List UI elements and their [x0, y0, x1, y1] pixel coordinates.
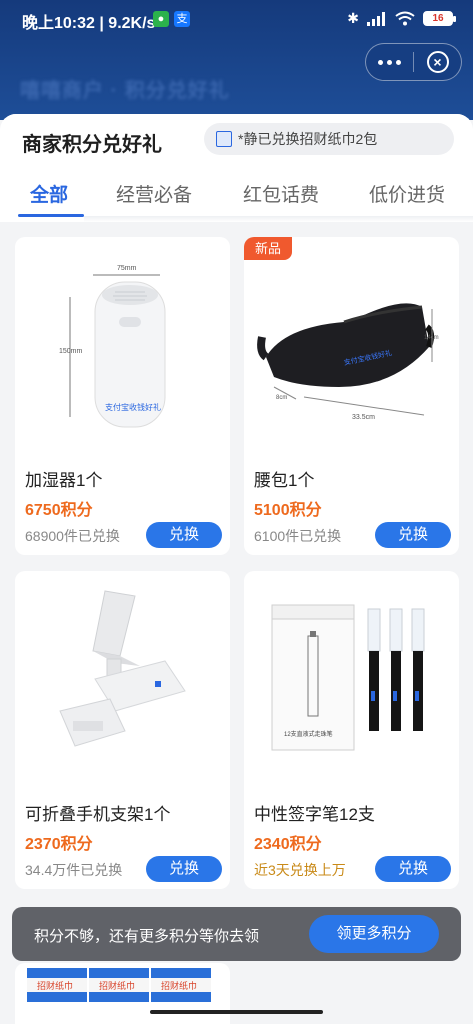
status-time: 晚上10:32 | 9.2K/s [22, 15, 156, 32]
mini-program-capsule: × [365, 43, 462, 81]
new-badge: 新品 [244, 237, 292, 260]
svg-text:招财纸巾: 招财纸巾 [37, 980, 73, 991]
tab-red-packet-phone-bill[interactable]: 红包话费 [243, 180, 319, 207]
notice-text: *静已兑换招财纸巾2包 [238, 131, 378, 147]
page-title: 商家积分兑好礼 [22, 134, 162, 156]
active-tab-indicator [18, 214, 84, 217]
exchange-notice: *静已兑换招财纸巾2包 [204, 123, 454, 155]
product-card-gel-pens[interactable]: 12支直液式走珠笔 中性签字笔12支 2340积分 近3天兑换上万 兑换 [244, 571, 459, 889]
mini-program-header: 晚上10:32 | 9.2K/s ● 支 ✱ 16 嘻嘻商户 · 积分兑好礼 × [0, 0, 473, 120]
exchange-button[interactable]: 兑换 [146, 856, 222, 882]
svg-text:33.5cm: 33.5cm [352, 414, 375, 421]
get-more-points-button[interactable]: 领更多积分 [309, 915, 439, 953]
status-bar: 晚上10:32 | 9.2K/s ● 支 ✱ 16 [0, 0, 473, 38]
product-name: 可折叠手机支架1个 [25, 805, 171, 824]
tissues-image: 招财纸巾 招财纸巾 招财纸巾 [27, 968, 211, 1002]
signal-icon [367, 11, 385, 26]
svg-text:12支直液式走珠笔: 12支直液式走珠笔 [284, 730, 333, 738]
product-sold-count: 6100件已兑换 [254, 528, 342, 544]
product-sold-count: 34.4万件已兑换 [25, 862, 123, 878]
battery-icon: 16 [423, 11, 456, 26]
close-icon: × [426, 51, 449, 73]
product-price: 5100积分 [254, 502, 322, 519]
svg-text:支付宝收钱好礼: 支付宝收钱好礼 [105, 402, 161, 412]
phone-stand-image [59, 590, 186, 747]
bluetooth-icon: ✱ [347, 10, 359, 26]
gift-icon [216, 131, 232, 147]
product-sold-count: 68900件已兑换 [25, 528, 120, 544]
more-icon [378, 59, 383, 65]
waist-bag-image: 支付宝收钱好礼 33.5cm 14cm 8cm [257, 303, 439, 421]
product-price: 2370积分 [25, 836, 93, 853]
svg-text:75mm: 75mm [117, 265, 137, 272]
product-price: 2340积分 [254, 836, 322, 853]
exchange-button[interactable]: 兑换 [375, 522, 451, 548]
product-card-phone-stand[interactable]: 可折叠手机支架1个 2370积分 34.4万件已兑换 兑换 [15, 571, 230, 889]
more-button[interactable] [366, 44, 413, 80]
category-tabs: 全部 经营必备 红包话费 低价进货 [0, 164, 473, 222]
svg-text:150mm: 150mm [59, 348, 83, 355]
product-name: 腰包1个 [254, 471, 315, 490]
svg-text:14cm: 14cm [424, 335, 439, 341]
gel-pens-image: 12支直液式走珠笔 [271, 604, 425, 751]
product-card-waist-bag[interactable]: 支付宝收钱好礼 33.5cm 14cm 8cm 新品 腰包1个 5100积分 6… [244, 237, 459, 555]
more-points-bar: 积分不够，还有更多积分等你去领 领更多积分 [12, 907, 461, 961]
exchange-button[interactable]: 兑换 [146, 522, 222, 548]
svg-text:8cm: 8cm [276, 395, 287, 401]
tab-all[interactable]: 全部 [30, 180, 68, 207]
product-card-tissues-peek[interactable]: 招财纸巾 招财纸巾 招财纸巾 [15, 963, 230, 1024]
svg-text:招财纸巾: 招财纸巾 [161, 980, 197, 991]
product-name: 加湿器1个 [25, 471, 103, 490]
wechat-icon: ● [153, 11, 169, 27]
more-points-text: 积分不够，还有更多积分等你去领 [34, 928, 260, 945]
product-name: 中性签字笔12支 [254, 805, 375, 824]
humidifier-image: 75mm 150mm 支付宝收钱好礼 [59, 265, 166, 428]
tab-business-essentials[interactable]: 经营必备 [116, 180, 192, 207]
product-card-humidifier[interactable]: 75mm 150mm 支付宝收钱好礼 加湿器1个 6750积分 68900件已兑… [15, 237, 230, 555]
alipay-icon: 支 [174, 11, 190, 27]
header-background-text: 嘻嘻商户 · 积分兑好礼 [20, 80, 230, 102]
tab-low-price-stock[interactable]: 低价进货 [369, 180, 445, 207]
home-indicator[interactable] [150, 1010, 323, 1014]
exchange-button[interactable]: 兑换 [375, 856, 451, 882]
close-button[interactable]: × [414, 44, 461, 80]
product-price: 6750积分 [25, 502, 93, 519]
wifi-icon [395, 11, 415, 26]
product-sold-count: 近3天兑换上万 [254, 862, 346, 878]
svg-text:招财纸巾: 招财纸巾 [99, 980, 135, 991]
